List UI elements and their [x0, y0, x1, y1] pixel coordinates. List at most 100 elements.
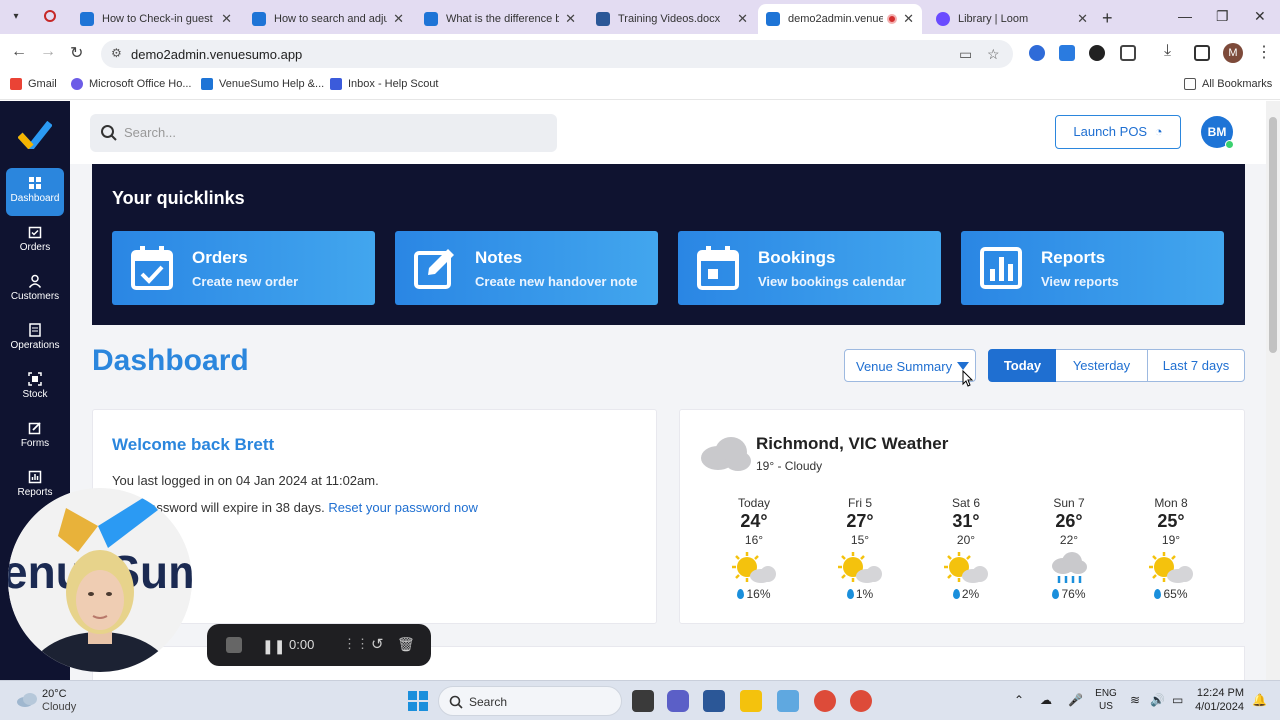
profile-avatar[interactable]: M [1223, 43, 1243, 63]
last-login-text: You last logged in on 04 Jan 2024 at 11:… [112, 473, 379, 488]
quicklinks-panel: Your quicklinks Orders Create new order … [92, 164, 1245, 325]
rain-cloud-icon [1052, 552, 1087, 583]
loom-favicon-icon [936, 12, 950, 26]
sun-cloud-icon [838, 552, 882, 583]
restart-icon[interactable]: ↺ [371, 635, 384, 653]
camera-icon[interactable]: ▭ [959, 46, 972, 63]
tab-close-icon[interactable]: ✕ [1077, 11, 1088, 27]
taskbar-search[interactable]: Search [438, 686, 622, 716]
cloud-icon [17, 693, 37, 707]
word-favicon-icon [596, 12, 610, 26]
scrollbar-thumb[interactable] [1269, 117, 1277, 353]
quicklink-notes[interactable]: Notes Create new handover note [395, 231, 658, 305]
forward-arrow-icon[interactable]: → [40, 43, 56, 61]
app-header: Search... Launch POS ◔ BM [70, 101, 1266, 164]
extension-icon[interactable] [1029, 45, 1045, 61]
search-input[interactable]: Search... [90, 114, 557, 152]
chrome-icon[interactable] [850, 690, 872, 712]
wifi-icon[interactable]: ≋ [1130, 693, 1140, 707]
teams-icon[interactable] [667, 690, 689, 712]
bookmark-office[interactable]: Microsoft Office Ho... [71, 78, 192, 90]
battery-icon[interactable]: ▭ [1172, 693, 1183, 707]
address-url[interactable]: demo2admin.venuesumo.app [131, 47, 302, 62]
sidebar-item-customers[interactable]: Customers [6, 266, 64, 314]
all-bookmarks[interactable]: All Bookmarks [1184, 78, 1272, 90]
downloads-icon[interactable]: ⤓ [1164, 42, 1171, 60]
puzzle-extensions-icon[interactable] [1120, 45, 1136, 61]
browser-menu-icon[interactable]: ⋮ [1256, 42, 1272, 62]
maximize-icon[interactable]: ❐ [1216, 8, 1229, 25]
launch-pos-button[interactable]: Launch POS ◔ [1055, 115, 1181, 149]
browser-tab[interactable]: Training Videos.docx ✕ [588, 4, 756, 34]
site-info-icon[interactable]: ⚙ [111, 46, 125, 60]
forms-icon [28, 422, 41, 435]
new-tab-plus-icon[interactable]: + [1102, 8, 1113, 29]
microphone-icon[interactable]: 🎤 [1068, 693, 1083, 707]
venue-summary-dropdown[interactable]: Venue Summary [844, 349, 976, 382]
tab-close-icon[interactable]: ✕ [565, 11, 576, 27]
reset-password-link[interactable]: Reset your password now [328, 500, 478, 515]
task-view-icon[interactable] [632, 690, 654, 712]
rain-chance: 16% [746, 587, 771, 601]
venuesumo-logo[interactable] [18, 121, 52, 149]
sidebar-item-orders[interactable]: Orders [6, 217, 64, 265]
sidebar-item-forms[interactable]: Forms [6, 413, 64, 461]
drag-handle-icon[interactable]: ⋮⋮ [343, 636, 369, 652]
file-explorer-icon[interactable] [740, 690, 762, 712]
pause-icon[interactable]: ❚❚ [262, 638, 285, 655]
sidebar-item-operations[interactable]: Operations [6, 315, 64, 363]
tab-close-icon[interactable]: ✕ [903, 11, 914, 27]
sidebar-item-stock[interactable]: Stock [6, 364, 64, 412]
bookmark-helpscout[interactable]: Inbox - Help Scout [330, 78, 439, 90]
browser-tab[interactable]: How to search and adjust ✕ [244, 4, 412, 34]
tab-search-chevron-icon[interactable]: ▾ [6, 7, 26, 27]
minimize-icon[interactable]: — [1178, 8, 1192, 24]
vscode-icon[interactable] [703, 690, 725, 712]
trash-icon[interactable]: 🗑 [397, 636, 415, 653]
bookmark-venuesumo-help[interactable]: VenueSumo Help &... [201, 78, 324, 90]
tab-close-icon[interactable]: ✕ [393, 11, 404, 27]
office-icon [71, 78, 83, 90]
forecast-rain: 2% [926, 587, 1006, 601]
stop-recording-button[interactable] [226, 637, 242, 653]
back-arrow-icon[interactable]: ← [11, 43, 27, 61]
bookmark-gmail[interactable]: Gmail [10, 78, 57, 90]
address-bar[interactable]: ⚙ demo2admin.venuesumo.app ▭ ☆ [101, 40, 1013, 68]
page-scrollbar[interactable] [1266, 101, 1280, 680]
quicklink-reports[interactable]: Reports View reports [961, 231, 1224, 305]
reload-icon[interactable]: ↻ [70, 43, 83, 63]
browser-tab[interactable]: How to Check-in guest fr ✕ [72, 4, 240, 34]
period-today-button[interactable]: Today [988, 349, 1057, 382]
side-panel-icon[interactable] [1194, 45, 1210, 61]
quicklink-bookings[interactable]: Bookings View bookings calendar [678, 231, 941, 305]
notification-bell-icon[interactable]: 🔔 [1252, 693, 1267, 707]
download-extension-icon[interactable] [1059, 45, 1075, 61]
tray-overflow-icon[interactable]: ⌃ [1014, 693, 1024, 707]
forecast-rain: 16% [714, 587, 794, 601]
tab-close-icon[interactable]: ✕ [221, 11, 232, 27]
tab-close-icon[interactable]: ✕ [737, 11, 748, 27]
browser-tab[interactable]: Library | Loom ✕ [928, 4, 1096, 34]
record-indicator-icon [44, 10, 56, 22]
raindrop-icon [737, 589, 745, 599]
language-indicator[interactable]: ENG US [1094, 687, 1118, 713]
extension-icon[interactable] [1089, 45, 1105, 61]
period-yesterday-button[interactable]: Yesterday [1056, 349, 1148, 382]
quicklink-sub: Create new handover note [475, 274, 638, 289]
bookmark-star-icon[interactable]: ☆ [987, 46, 1000, 63]
windows-start-icon[interactable] [407, 690, 429, 712]
period-last7-button[interactable]: Last 7 days [1147, 349, 1245, 382]
volume-icon[interactable]: 🔊 [1150, 693, 1165, 707]
browser-tab[interactable]: What is the difference be ✕ [416, 4, 584, 34]
sidebar-item-dashboard[interactable]: Dashboard [6, 168, 64, 216]
quicklinks-title: Your quicklinks [112, 188, 245, 208]
browser-tab-active[interactable]: demo2admin.venues ✕ [758, 4, 922, 34]
chrome-icon[interactable] [814, 690, 836, 712]
window-close-icon[interactable]: ✕ [1254, 8, 1266, 25]
loom-camera-bubble[interactable]: enueSum [8, 488, 192, 672]
snipping-tool-icon[interactable] [777, 690, 799, 712]
taskbar-clock[interactable]: 12:24 PM 4/01/2024 [1190, 687, 1244, 713]
quicklink-orders[interactable]: Orders Create new order [112, 231, 375, 305]
onedrive-icon[interactable]: ☁ [1040, 693, 1052, 707]
user-avatar[interactable]: BM [1201, 116, 1234, 149]
